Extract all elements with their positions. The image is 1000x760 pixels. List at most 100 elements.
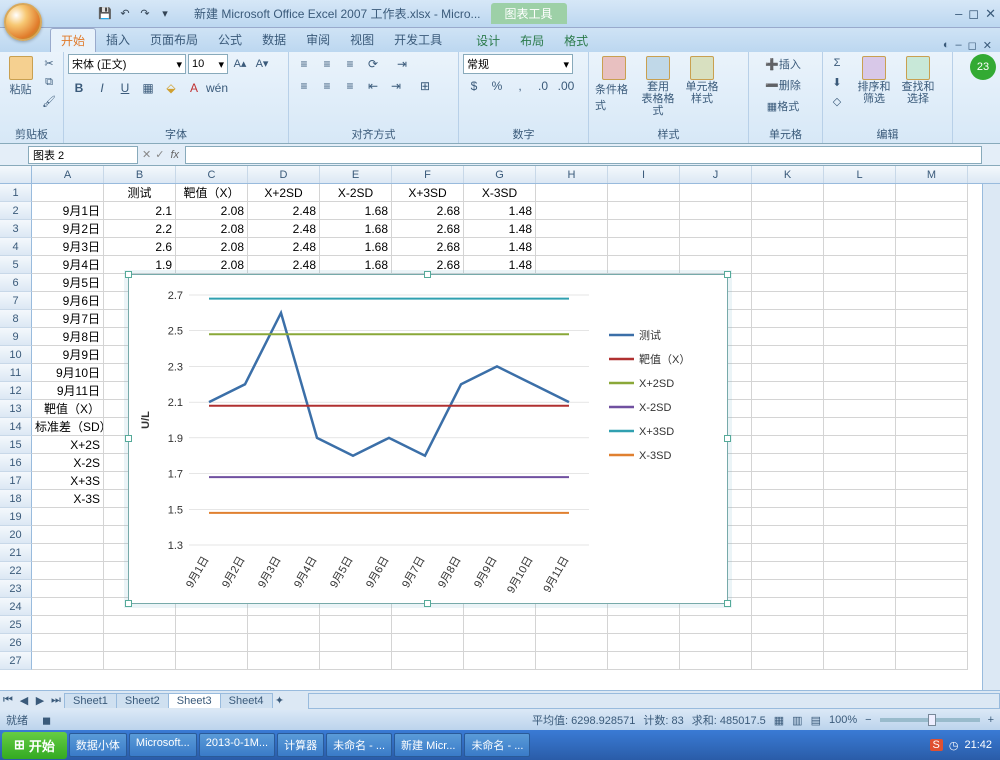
cell[interactable] bbox=[680, 652, 752, 670]
cancel-formula-icon[interactable]: ✕ bbox=[142, 148, 151, 161]
cell[interactable] bbox=[680, 202, 752, 220]
cell[interactable] bbox=[392, 616, 464, 634]
cell[interactable]: X+2S bbox=[32, 436, 104, 454]
qat-more-icon[interactable]: ▾ bbox=[156, 5, 174, 23]
cell[interactable] bbox=[32, 598, 104, 616]
resize-handle[interactable] bbox=[125, 271, 132, 278]
cell[interactable] bbox=[824, 616, 896, 634]
col-header[interactable]: A bbox=[32, 166, 104, 183]
copy-icon[interactable]: ⧉ bbox=[39, 73, 59, 91]
cell[interactable] bbox=[752, 490, 824, 508]
phonetic-button[interactable]: wén bbox=[206, 78, 228, 98]
row-header[interactable]: 24 bbox=[0, 598, 32, 616]
cell[interactable] bbox=[896, 454, 968, 472]
cell[interactable] bbox=[824, 652, 896, 670]
resize-handle[interactable] bbox=[424, 600, 431, 607]
cell[interactable] bbox=[752, 328, 824, 346]
cell[interactable] bbox=[752, 436, 824, 454]
align-center-icon[interactable]: ≡ bbox=[316, 76, 338, 96]
align-middle-icon[interactable]: ≡ bbox=[316, 54, 338, 74]
cell[interactable] bbox=[320, 652, 392, 670]
cell[interactable] bbox=[824, 238, 896, 256]
delete-cells-button[interactable]: ➖ 删除 bbox=[753, 75, 813, 95]
office-button[interactable] bbox=[4, 3, 42, 41]
row-header[interactable]: 4 bbox=[0, 238, 32, 256]
italic-button[interactable]: I bbox=[91, 78, 113, 98]
cell[interactable] bbox=[824, 292, 896, 310]
col-header[interactable]: F bbox=[392, 166, 464, 183]
cell[interactable] bbox=[824, 454, 896, 472]
row-header[interactable]: 12 bbox=[0, 382, 32, 400]
border-button[interactable]: ▦ bbox=[137, 78, 159, 98]
taskbar-task[interactable]: 2013-0-1M... bbox=[199, 733, 275, 757]
cell[interactable] bbox=[896, 328, 968, 346]
cell[interactable] bbox=[608, 616, 680, 634]
cell[interactable]: 2.1 bbox=[104, 202, 176, 220]
grow-font-icon[interactable]: A▴ bbox=[230, 54, 250, 72]
fill-icon[interactable]: ⬇ bbox=[827, 73, 847, 91]
formula-bar[interactable] bbox=[185, 146, 982, 164]
fill-color-button[interactable]: ⬙ bbox=[160, 78, 182, 98]
cell[interactable] bbox=[896, 364, 968, 382]
cell[interactable] bbox=[32, 184, 104, 202]
cell[interactable] bbox=[896, 616, 968, 634]
taskbar-task[interactable]: 未命名 - ... bbox=[464, 733, 530, 757]
orientation-icon[interactable]: ⟳ bbox=[362, 54, 384, 74]
cell[interactable] bbox=[824, 490, 896, 508]
indent-dec-icon[interactable]: ⇤ bbox=[362, 76, 384, 96]
cell[interactable] bbox=[896, 490, 968, 508]
tab-开发工具[interactable]: 开发工具 bbox=[384, 28, 452, 52]
cell[interactable] bbox=[32, 616, 104, 634]
tab-开始[interactable]: 开始 bbox=[50, 28, 96, 52]
row-header[interactable]: 27 bbox=[0, 652, 32, 670]
tab-nav-next-icon[interactable]: ▶ bbox=[32, 693, 48, 709]
resize-handle[interactable] bbox=[125, 435, 132, 442]
sheet-tab[interactable]: Sheet3 bbox=[168, 693, 221, 708]
sort-filter-button[interactable]: 排序和 筛选 bbox=[853, 54, 895, 107]
cell[interactable] bbox=[824, 526, 896, 544]
cell[interactable] bbox=[464, 616, 536, 634]
cell[interactable] bbox=[176, 616, 248, 634]
format-painter-icon[interactable]: 🖌 bbox=[39, 92, 59, 110]
cell[interactable] bbox=[536, 238, 608, 256]
cell[interactable]: 1.9 bbox=[104, 256, 176, 274]
cell[interactable] bbox=[752, 346, 824, 364]
row-header[interactable]: 22 bbox=[0, 562, 32, 580]
cell[interactable] bbox=[824, 472, 896, 490]
cell[interactable] bbox=[752, 652, 824, 670]
cell[interactable]: X+2SD bbox=[248, 184, 320, 202]
cell[interactable]: 测试 bbox=[104, 184, 176, 202]
row-header[interactable]: 17 bbox=[0, 472, 32, 490]
col-header[interactable]: H bbox=[536, 166, 608, 183]
row-header[interactable]: 8 bbox=[0, 310, 32, 328]
undo-icon[interactable]: ↶ bbox=[116, 5, 134, 23]
cell[interactable] bbox=[824, 202, 896, 220]
cell[interactable] bbox=[680, 184, 752, 202]
cell[interactable] bbox=[896, 418, 968, 436]
col-header[interactable]: L bbox=[824, 166, 896, 183]
cell[interactable] bbox=[536, 616, 608, 634]
cell[interactable]: 2.2 bbox=[104, 220, 176, 238]
format-cells-button[interactable]: ▦ 格式 bbox=[753, 96, 813, 116]
cell[interactable] bbox=[680, 616, 752, 634]
cell[interactable] bbox=[752, 526, 824, 544]
restore-icon[interactable]: ◻ bbox=[968, 6, 979, 22]
cell[interactable]: 1.68 bbox=[320, 238, 392, 256]
cell[interactable] bbox=[752, 634, 824, 652]
cell[interactable] bbox=[824, 400, 896, 418]
horizontal-scrollbar[interactable] bbox=[308, 693, 1000, 709]
percent-icon[interactable]: % bbox=[486, 76, 508, 96]
row-header[interactable]: 15 bbox=[0, 436, 32, 454]
sheet-tab[interactable]: Sheet2 bbox=[116, 693, 169, 708]
col-header[interactable]: B bbox=[104, 166, 176, 183]
cell[interactable] bbox=[752, 310, 824, 328]
cell[interactable] bbox=[104, 634, 176, 652]
worksheet-grid[interactable]: ABCDEFGHIJKLM 1测试靶值（X）X+2SDX-2SDX+3SDX-3… bbox=[0, 166, 1000, 690]
cell[interactable] bbox=[896, 310, 968, 328]
minimize-icon[interactable]: – bbox=[955, 6, 962, 22]
cell[interactable] bbox=[824, 346, 896, 364]
row-header[interactable]: 11 bbox=[0, 364, 32, 382]
cell[interactable] bbox=[608, 220, 680, 238]
cell[interactable] bbox=[608, 634, 680, 652]
cell[interactable] bbox=[392, 634, 464, 652]
